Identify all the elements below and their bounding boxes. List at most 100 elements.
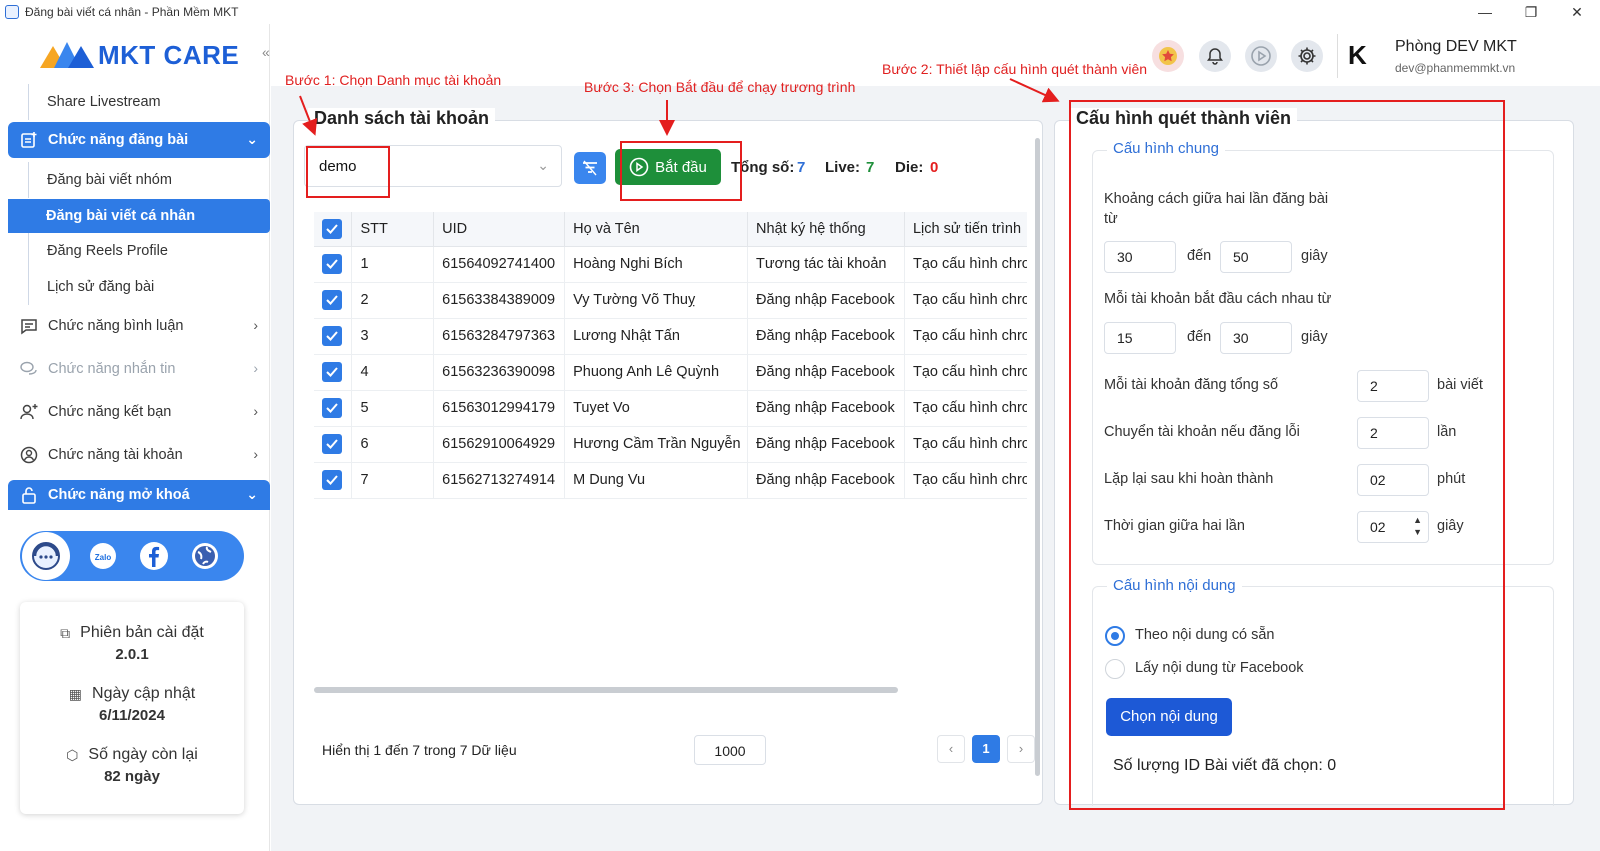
collapse-sidebar-button[interactable]: « [262,44,270,60]
sidebar-group-friend[interactable]: Chức năng kết bạn › [8,394,270,430]
cell-log: Đăng nhập Facebook [747,282,905,319]
pagination-info: Hiển thị 1 đến 7 trong 7 Dữ liệu [322,742,517,758]
cell-uid: 61563012994179 [433,390,566,427]
cell-uid: 61564092741400 [433,246,566,283]
cell-uid: 61563384389009 [433,282,566,319]
facebook-icon[interactable] [136,538,172,574]
table-row[interactable]: 1 61564092741400 Hoàng Nghi Bích Tương tác … [314,246,1027,283]
row-checkbox[interactable] [314,282,353,319]
cell-history: Tạo cấu hình chrome [904,318,1027,355]
notification-bell-icon[interactable] [1199,40,1231,72]
cell-history: Tạo cấu hình chrome [904,246,1027,283]
sidebar-group-label: Chức năng mở khoá [48,487,190,503]
sidebar-group-label: Chức năng đăng bài [48,132,189,148]
sidebar: MKT CARE « Share Livestream Chức năng đă… [0,24,270,851]
filter-clear-button[interactable] [574,152,606,184]
sidebar-group-posting[interactable]: Chức năng đăng bài ⌄ [8,122,270,158]
column-header[interactable]: UID [433,212,566,247]
prev-page-button[interactable]: ‹ [937,735,965,763]
chevron-right-icon: › [253,403,258,419]
column-header[interactable]: STT [351,212,435,247]
play-video-icon[interactable] [1245,40,1277,72]
chevron-down-icon: ⌄ [246,486,258,502]
row-checkbox[interactable] [314,426,353,463]
sidebar-group-comment[interactable]: Chức năng bình luận › [8,308,270,344]
cell-history: Tạo cấu hình chrome [904,390,1027,427]
cell-uid: 61562713274914 [433,462,566,499]
row-checkbox[interactable] [314,354,353,391]
row-checkbox[interactable] [314,390,353,427]
row-checkbox[interactable] [314,318,353,355]
social-bar: Zalo [20,531,244,581]
user-name: Phòng DEV MKT [1395,38,1517,55]
cell-stt: 5 [351,390,435,427]
version-label: Phiên bản cài đặt [80,624,204,641]
maximize-button[interactable]: ❐ [1508,0,1554,24]
sidebar-item-group-post[interactable]: Đăng bài viết nhóm [28,162,268,198]
horizontal-scrollbar[interactable] [314,687,898,693]
window-titlebar: Đăng bài viết cá nhân - Phần Mềm MKT — ❐… [0,0,1600,24]
filter-off-icon [583,160,597,176]
row-checkbox[interactable] [314,246,353,283]
cell-stt: 2 [351,282,435,319]
minimize-button[interactable]: — [1462,0,1508,24]
chevron-right-icon: › [253,317,258,333]
chevron-right-icon: › [253,446,258,462]
logo: MKT CARE [40,38,239,72]
column-header[interactable]: Nhật ký hệ thống [747,212,905,247]
page-size-select[interactable]: 1000 [694,735,766,765]
divider [1337,34,1338,78]
website-globe-icon[interactable] [187,538,223,574]
post-add-icon [20,131,38,149]
cell-name: M Dung Vu [564,462,749,499]
avatar[interactable]: K [1348,40,1378,70]
accounts-table: STT UID Họ và Tên Nhật ký hệ thống Lịch … [314,212,1027,690]
settings-gear-icon[interactable] [1291,40,1323,72]
page-1-button[interactable]: 1 [972,735,1000,763]
step1-highlight-box [306,146,390,198]
cell-history: Tạo cấu hình chrome [904,426,1027,463]
table-row[interactable]: 4 61563236390098 Phuong Anh Lê Quỳnh Đăng n… [314,354,1027,391]
sidebar-item-share-livestream[interactable]: Share Livestream [28,84,268,120]
live-value: 7 [866,159,875,176]
window-title: Đăng bài viết cá nhân - Phần Mềm MKT [25,5,239,19]
next-page-button[interactable]: › [1007,735,1035,763]
cell-log: Đăng nhập Facebook [747,318,905,355]
vertical-scrollbar[interactable] [1035,138,1040,776]
sidebar-item-reels-profile[interactable]: Đăng Reels Profile [28,233,268,269]
sidebar-group-account[interactable]: Chức năng tài khoản › [8,437,270,473]
vip-star-icon[interactable] [1152,40,1184,72]
chevron-right-icon: › [253,360,258,376]
support-chat-icon[interactable] [22,532,70,580]
cell-name: Hoàng Nghi Bích [564,246,749,283]
zalo-icon[interactable]: Zalo [85,538,121,574]
accounts-panel-title: Danh sách tài khoản [308,108,496,129]
step1-annotation: Bước 1: Chọn Danh mục tài khoản [285,72,502,88]
cell-name: Phuong Anh Lê Quỳnh [564,354,749,391]
cell-log: Đăng nhập Facebook [747,354,905,391]
cell-log: Tương tác tài khoản [747,246,905,283]
table-row[interactable]: 3 61563284797363 Lương Nhật Tấn Đăng nhập F… [314,318,1027,355]
cell-uid: 61563236390098 [433,354,566,391]
comment-icon [20,317,38,335]
sidebar-group-unlock[interactable]: Chức năng mở khoá ⌄ [8,480,270,510]
table-row[interactable]: 2 61563384389009 Vy Tường Võ Thuỵ Đăng nhập… [314,282,1027,319]
sidebar-group-message[interactable]: Chức năng nhắn tin › [8,351,270,387]
sidebar-item-post-history[interactable]: Lịch sử đăng bài [28,269,268,305]
remaining-value: 82 ngày [104,768,160,785]
column-header[interactable]: Lịch sử tiến trình [904,212,1027,247]
step3-annotation: Bước 3: Chọn Bắt đầu để chạy trương trìn… [584,79,856,95]
table-row[interactable]: 7 61562713274914 M Dung Vu Đăng nhập Facebo… [314,462,1027,499]
close-button[interactable]: ✕ [1554,0,1600,24]
table-row[interactable]: 6 61562910064929 Hương Cầm Trần Nguyễn Đăng… [314,426,1027,463]
column-header[interactable]: Họ và Tên [564,212,749,247]
cell-log: Đăng nhập Facebook [747,426,905,463]
version-value: 2.0.1 [115,646,149,663]
cell-history: Tạo cấu hình chrome [904,282,1027,319]
cell-name: Lương Nhật Tấn [564,318,749,355]
row-checkbox[interactable] [314,462,353,499]
table-row[interactable]: 5 61563012994179 Tuyet Vo Đăng nhập Faceboo… [314,390,1027,427]
select-all-checkbox[interactable] [314,212,353,247]
sidebar-item-personal-post[interactable]: Đăng bài viết cá nhân [8,199,270,233]
step2-highlight-box [1069,100,1505,810]
